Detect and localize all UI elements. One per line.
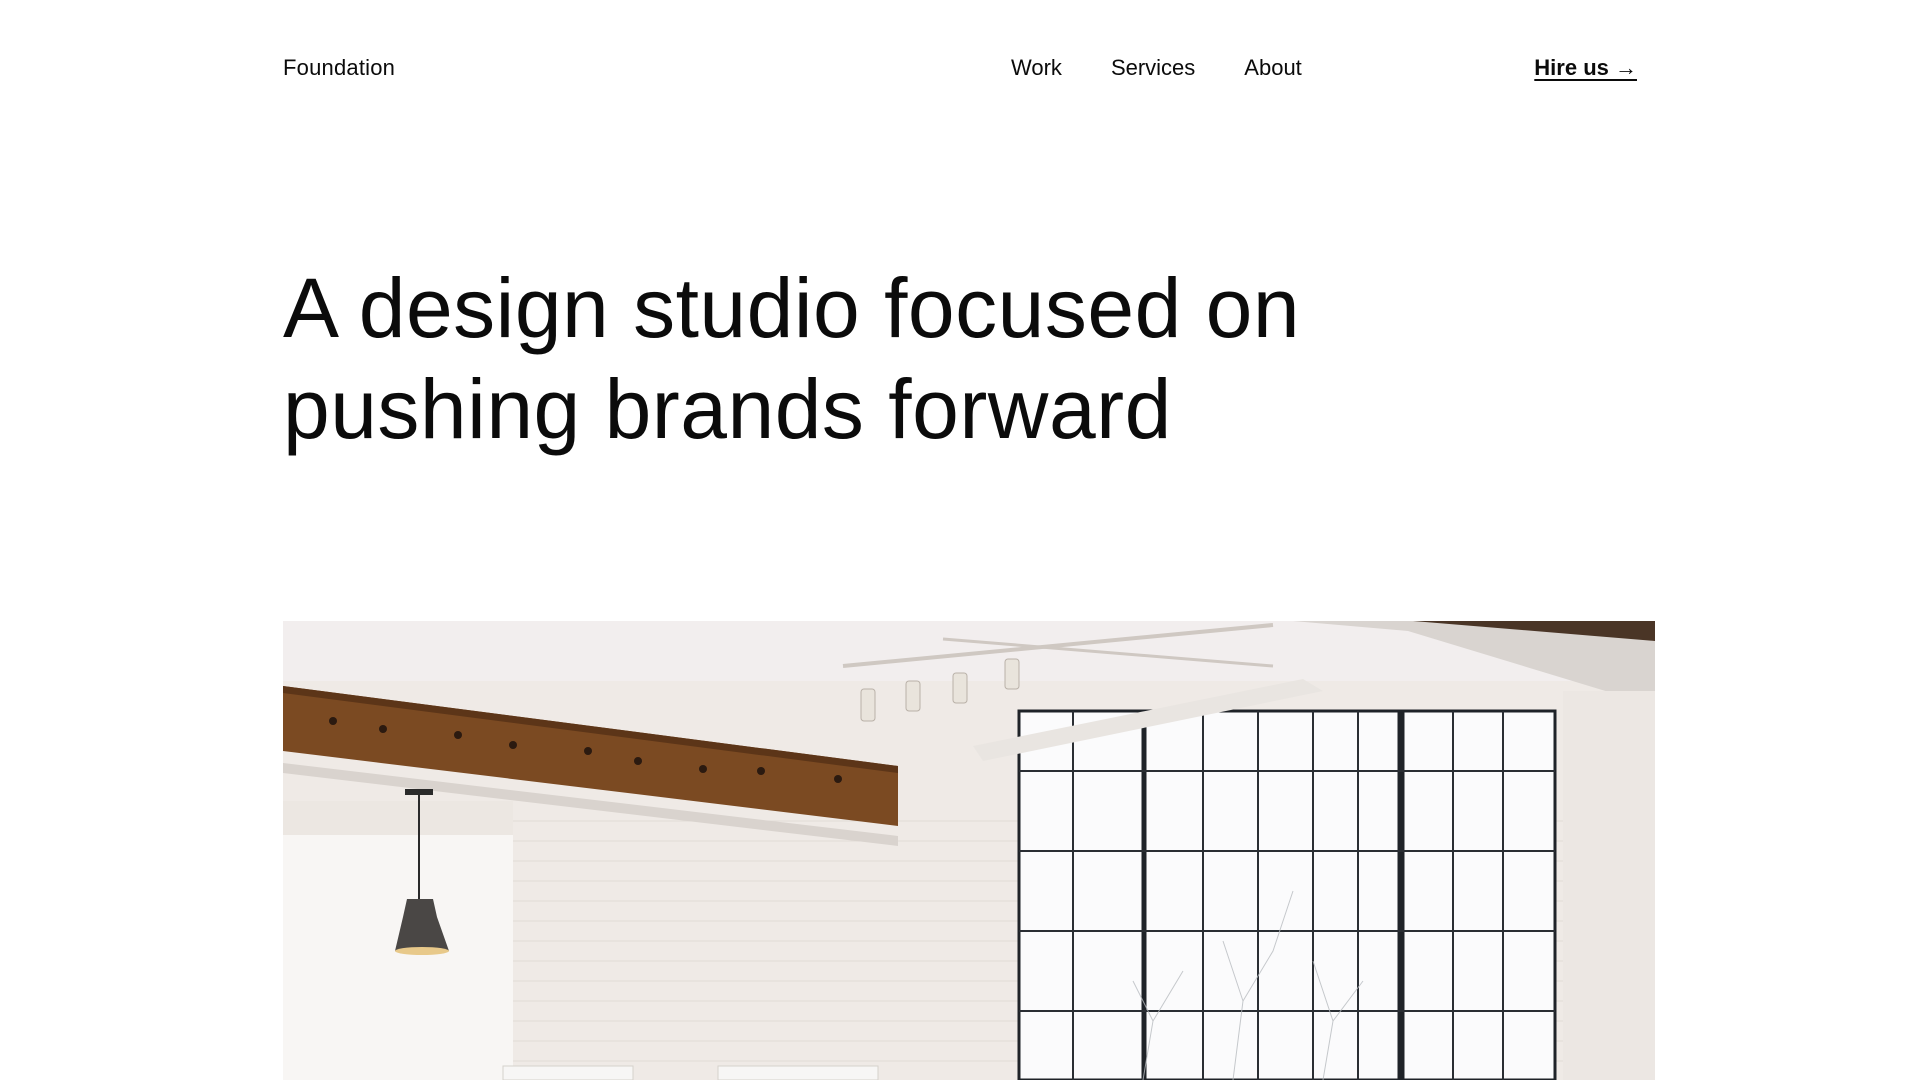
hero-heading: A design studio focused on pushing brand… [283,258,1483,460]
hero-heading-line-1: A design studio focused on [283,261,1301,355]
main-nav: Work Services About [1011,52,1302,84]
hero-heading-line-2: pushing brands forward [283,362,1172,456]
nav-link-about[interactable]: About [1244,52,1302,84]
nav-link-work[interactable]: Work [1011,52,1062,84]
nav-link-services[interactable]: Services [1111,52,1195,84]
studio-interior-illustration [283,621,1655,1080]
page: Foundation Work Services About Hire us →… [0,0,1920,1080]
logo-link[interactable]: Foundation [283,52,395,84]
hire-us-link[interactable]: Hire us → [1534,52,1637,84]
hero-image [283,621,1655,1080]
